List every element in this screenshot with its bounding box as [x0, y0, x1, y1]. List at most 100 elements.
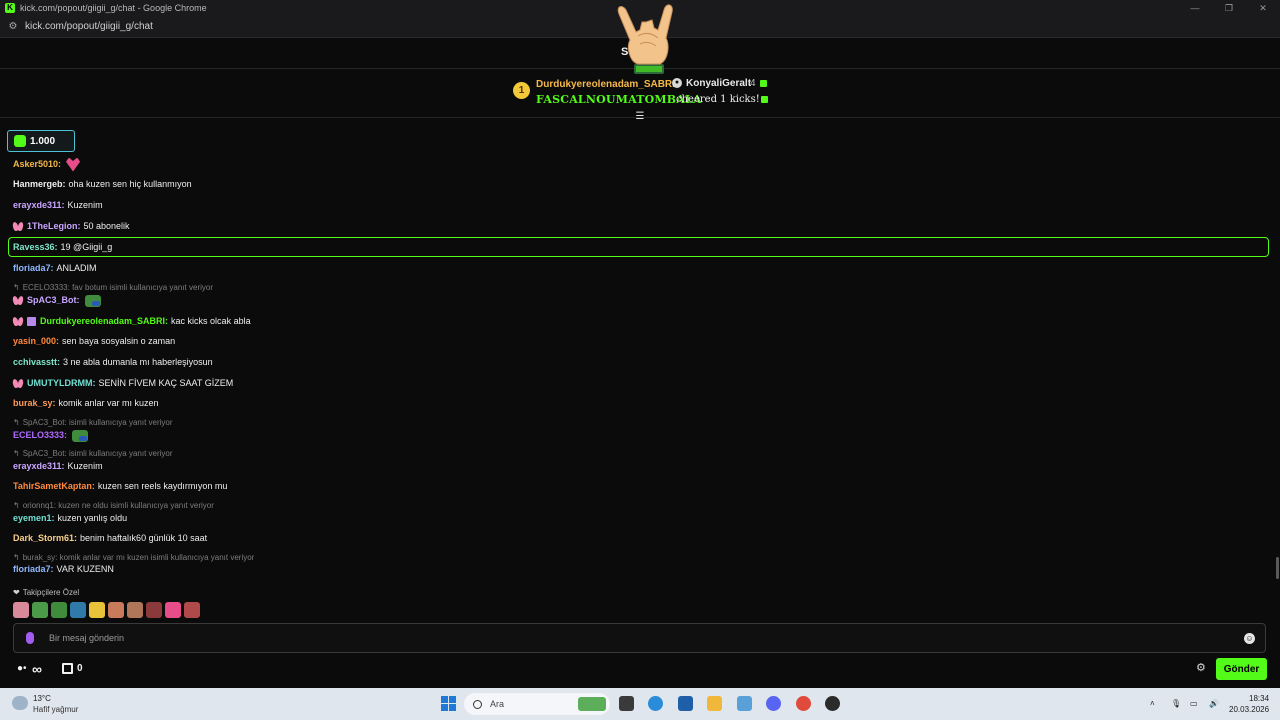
- emote-quick-icon[interactable]: [13, 602, 29, 618]
- emoji-picker-icon[interactable]: ☺: [1244, 633, 1255, 644]
- message-username[interactable]: yasin_000: [13, 335, 56, 348]
- quick-emote-bar: [13, 602, 200, 618]
- minimize-button[interactable]: —: [1178, 0, 1212, 16]
- reply-context[interactable]: ↰ orionnq1: kuzen ne oldu isimli kullanı…: [13, 500, 214, 511]
- frog-emote-icon[interactable]: [70, 602, 86, 618]
- message-text: 3 ne abla dumanla mı haberleşiyosun: [63, 357, 213, 367]
- chrome-icon[interactable]: [796, 696, 811, 711]
- message-input[interactable]: [49, 633, 1229, 643]
- network-icon[interactable]: ▭: [1190, 699, 1198, 708]
- tray-chevron-icon[interactable]: ˄: [1150, 699, 1155, 708]
- chat-message[interactable]: floriada7: ANLADIM: [13, 262, 97, 275]
- message-username[interactable]: UMUTYLDRMM: [27, 377, 93, 390]
- chat-message[interactable]: erayxde311: Kuzenim: [13, 460, 103, 473]
- window-controls: — ❐ ✕: [1178, 0, 1280, 16]
- rock-hand-icon: [617, 4, 673, 74]
- face-emote-icon[interactable]: [108, 602, 124, 618]
- message-username[interactable]: cchivasstt: [13, 356, 57, 369]
- chat-message[interactable]: UMUTYLDRMM: SENİN FİVEM KAÇ SAAT GİZEM: [13, 377, 233, 390]
- message-text: kuzen yanlış oldu: [57, 513, 128, 523]
- message-username[interactable]: SpAC3_Bot: [27, 294, 77, 307]
- discord-icon[interactable]: [766, 696, 781, 711]
- message-username[interactable]: TahirSametKaptan: [13, 480, 92, 493]
- store-app-icon[interactable]: [678, 696, 693, 711]
- reply-context[interactable]: ↰ burak_sy: komik anlar var mı kuzen isi…: [13, 552, 254, 563]
- weather-cloud-icon[interactable]: [12, 696, 28, 710]
- followers-only-label: Takipçilere Özel: [22, 588, 80, 597]
- chat-message[interactable]: yasin_000: sen baya sosyalsin o zaman: [13, 335, 175, 348]
- volume-icon[interactable]: 🔊: [1209, 699, 1219, 708]
- steam-icon[interactable]: [825, 696, 840, 711]
- kick-counter-badge[interactable]: 1.000: [7, 130, 75, 152]
- reply-context[interactable]: ↰ SpAC3_Bot: isimli kullanıcıya yanıt ve…: [13, 448, 173, 459]
- face-emote-icon[interactable]: [127, 602, 143, 618]
- chat-message[interactable]: TahirSametKaptan: kuzen sen reels kaydır…: [13, 480, 227, 493]
- message-username[interactable]: Asker5010: [13, 158, 58, 171]
- channel-points-icon[interactable]: ●•: [17, 664, 31, 674]
- chat-message[interactable]: burak_sy: komik anlar var mı kuzen: [13, 397, 159, 410]
- taskbar-search[interactable]: Ara: [464, 693, 610, 715]
- message-text: benim haftalık60 günlük 10 saat: [80, 533, 208, 543]
- store-icon[interactable]: [62, 663, 73, 674]
- pinned-user-1[interactable]: Durdukyereolenadam_SABRI: [536, 79, 675, 90]
- message-username[interactable]: eyemen1: [13, 512, 52, 525]
- kick-gem-icon: [761, 96, 768, 103]
- frog-emote-icon[interactable]: [32, 602, 48, 618]
- chat-message[interactable]: erayxde311: Kuzenim: [13, 199, 103, 212]
- chat-scrollbar[interactable]: [1276, 557, 1279, 579]
- task-view-icon[interactable]: [619, 696, 634, 711]
- chat-message[interactable]: Hanmergeb: oha kuzen sen hiç kullanmıyon: [13, 178, 192, 191]
- reply-arrow-icon: ↰: [13, 418, 20, 427]
- message-text: ANLADIM: [56, 263, 97, 273]
- message-username[interactable]: ECELO3333: [13, 429, 64, 442]
- message-username[interactable]: floriada7: [13, 563, 51, 576]
- chat-message[interactable]: Asker5010:: [13, 157, 81, 172]
- chat-message[interactable]: cchivasstt: 3 ne abla dumanla mı haberle…: [13, 356, 213, 369]
- face-emote-icon[interactable]: [146, 602, 162, 618]
- message-username[interactable]: Durdukyereolenadam_SABRI: [40, 315, 165, 328]
- weather-description[interactable]: Hafif yağmur: [33, 705, 78, 714]
- microphone-icon[interactable]: [26, 632, 34, 644]
- message-username[interactable]: floriada7: [13, 262, 51, 275]
- chat-message[interactable]: 1TheLegion: 50 abonelik: [13, 220, 130, 233]
- heart-emote-icon[interactable]: [165, 602, 181, 618]
- chat-message[interactable]: floriada7: VAR KUZENN: [13, 563, 114, 576]
- chat-message[interactable]: Dark_Storm61: benim haftalık60 günlük 10…: [13, 532, 207, 545]
- site-settings-icon[interactable]: ⚙: [7, 21, 19, 33]
- message-username[interactable]: erayxde311: [13, 199, 62, 212]
- close-button[interactable]: ✕: [1246, 0, 1280, 16]
- reply-context[interactable]: ↰ ECELO3333: fav botum isimli kullanıcıy…: [13, 282, 213, 293]
- message-username[interactable]: burak_sy: [13, 397, 53, 410]
- url-text[interactable]: kick.com/popout/giigii_g/chat: [25, 21, 153, 32]
- frog-emote-icon[interactable]: [51, 602, 67, 618]
- butterfly-badge-icon: [13, 379, 23, 388]
- cat-emote-icon[interactable]: [89, 602, 105, 618]
- clock-date[interactable]: 20.03.2026: [1229, 705, 1269, 714]
- weather-temperature[interactable]: 13°C: [33, 694, 51, 703]
- clock-time[interactable]: 18:34: [1249, 694, 1269, 703]
- chat-message[interactable]: Durdukyereolenadam_SABRI: kac kicks olca…: [13, 315, 251, 328]
- chat-message[interactable]: ECELO3333:: [13, 429, 89, 442]
- kick-gem-icon: [760, 80, 767, 87]
- message-username[interactable]: 1TheLegion: [27, 220, 78, 233]
- message-username[interactable]: Hanmergeb: [13, 178, 63, 191]
- message-text: VAR KUZENN: [56, 564, 114, 574]
- chat-message[interactable]: eyemen1: kuzen yanlış oldu: [13, 512, 127, 525]
- send-button[interactable]: Gönder: [1216, 658, 1267, 680]
- message-username[interactable]: Dark_Storm61: [13, 532, 74, 545]
- edge-browser-icon[interactable]: [648, 696, 663, 711]
- chat-message[interactable]: Ravess36: 19 @Giigii_g: [13, 241, 112, 254]
- emote-quick-icon[interactable]: [184, 602, 200, 618]
- message-username[interactable]: erayxde311: [13, 460, 62, 473]
- file-explorer-icon[interactable]: [707, 696, 722, 711]
- microphone-tray-icon[interactable]: 🎙: [1171, 699, 1181, 708]
- pinned-user-2[interactable]: KonyaliGeralt: [686, 78, 751, 89]
- chat-message[interactable]: SpAC3_Bot:: [13, 294, 101, 307]
- message-username[interactable]: Ravess36: [13, 241, 55, 254]
- settings-app-icon[interactable]: [737, 696, 752, 711]
- reply-arrow-icon: ↰: [13, 449, 20, 458]
- settings-gear-icon[interactable]: ⚙: [1196, 663, 1207, 674]
- maximize-button[interactable]: ❐: [1212, 0, 1246, 16]
- windows-start-icon[interactable]: [441, 696, 456, 711]
- reply-context[interactable]: ↰ SpAC3_Bot: isimli kullanıcıya yanıt ve…: [13, 417, 173, 428]
